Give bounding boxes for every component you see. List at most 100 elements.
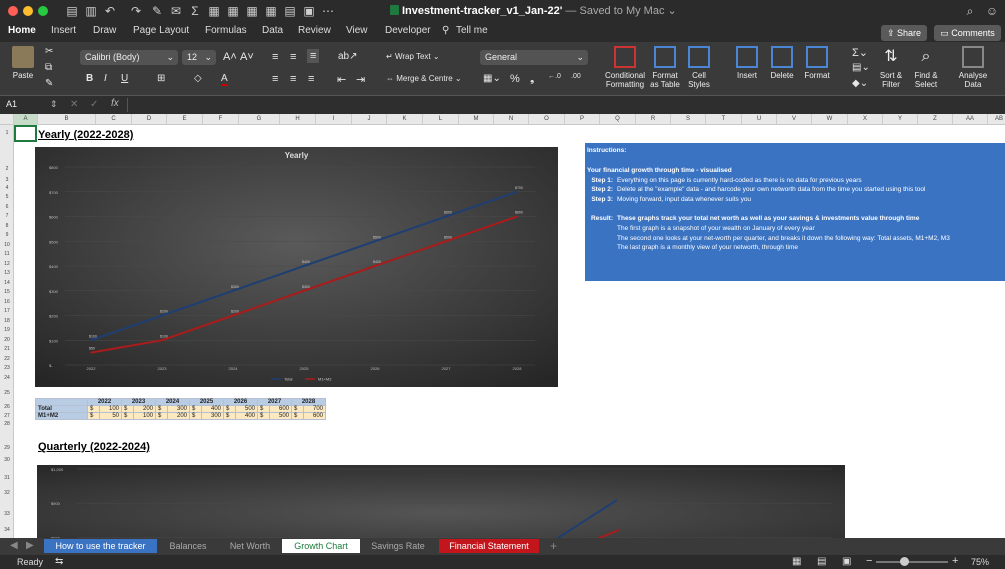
value-cell[interactable]: 500 [235,405,258,413]
data-point[interactable] [303,289,305,292]
cancel-icon[interactable]: ✕ [70,99,78,110]
value-cell[interactable]: 600 [303,412,326,420]
decrease-font-icon[interactable]: A˅ [240,51,254,63]
confirm-icon[interactable]: ✓ [90,99,98,110]
row-header-3[interactable]: 3 [0,177,14,183]
value-cell[interactable]: 600 [269,405,292,413]
format-cells-button[interactable]: Format [801,46,833,80]
grid-icon[interactable]: ▦ [245,4,259,18]
column-header-g[interactable]: G [239,114,280,125]
increase-decimal-icon[interactable]: ←.0 [548,73,561,80]
column-header-a[interactable]: A [14,114,38,125]
decrease-decimal-icon[interactable]: .00 [571,73,581,80]
table-year-header[interactable]: 2026 [223,398,258,406]
row-header-28[interactable]: 28 [0,421,14,427]
zoom-slider-thumb[interactable] [900,557,909,566]
cell-styles-button[interactable]: Cell Styles [685,46,713,89]
formula-input[interactable] [127,98,999,112]
currency-cell[interactable]: $ [222,412,237,420]
increase-indent-icon[interactable]: ⇥ [356,73,365,86]
row-header-5[interactable]: 5 [0,194,14,200]
data-point[interactable] [90,339,92,342]
data-point[interactable] [90,351,92,354]
format-painter-icon[interactable]: ✎ [45,78,53,89]
data-point[interactable] [445,240,447,243]
row-header-2[interactable]: 2 [0,166,14,172]
row-header-30[interactable]: 30 [0,457,14,463]
sort-filter-button[interactable]: ⇅ Sort & Filter [877,46,905,89]
column-header-m[interactable]: M [459,114,494,125]
row-header-32[interactable]: 32 [0,490,14,496]
zoom-slider[interactable] [876,557,948,566]
search-icon[interactable]: ⌕ [963,4,977,18]
column-header-r[interactable]: R [636,114,671,125]
add-sheet-icon[interactable]: + [550,539,557,553]
row-header-26[interactable]: 26 [0,404,14,410]
comma-style-icon[interactable]: ❟ [530,73,534,86]
zoom-window-button[interactable] [38,6,48,16]
currency-cell[interactable]: $ [86,412,101,420]
tab-home[interactable]: Home [8,25,36,36]
align-left-icon[interactable]: ≡ [272,73,278,85]
row-header-11[interactable]: 11 [0,251,14,257]
zoom-in-icon[interactable]: + [952,555,958,567]
format-painter-icon[interactable]: ✎ [150,4,164,18]
table-year-header[interactable]: 2024 [155,398,190,406]
quarterly-chart[interactable]: $800$900$1,000 [37,465,845,538]
currency-cell[interactable]: $ [256,412,271,420]
bold-button[interactable]: B [86,73,93,84]
row-header-18[interactable]: 18 [0,318,14,324]
row-header-8[interactable]: 8 [0,223,14,229]
value-cell[interactable]: 300 [201,412,224,420]
table-year-header[interactable]: 2022 [87,398,122,406]
name-box-stepper-icon[interactable]: ⇕ [50,99,58,110]
column-header-i[interactable]: I [316,114,352,125]
format-as-table-button[interactable]: Format as Table [648,46,682,89]
conditional-formatting-button[interactable]: Conditional Formatting [603,46,647,89]
column-header-k[interactable]: K [387,114,423,125]
column-header-q[interactable]: Q [600,114,636,125]
zoom-out-icon[interactable]: − [866,555,872,567]
table-icon[interactable]: ▦ [226,4,240,18]
currency-cell[interactable]: $ [188,405,203,413]
accessibility-icon[interactable]: ⇆ [55,556,63,567]
row-header-9[interactable]: 9 [0,232,14,238]
italic-button[interactable]: I [104,73,107,84]
redo-icon[interactable]: ↷ [129,4,143,18]
currency-cell[interactable]: $ [86,405,101,413]
copy-icon[interactable]: ⧉ [45,62,52,73]
clear-icon[interactable]: ◆⌄ [852,78,868,89]
worksheet-grid[interactable]: Yearly (2022-2028) Yearly $- $100 $200 $300 $… [14,125,1005,538]
row-header-17[interactable]: 17 [0,308,14,314]
value-cell[interactable]: 400 [201,405,224,413]
column-header-j[interactable]: J [352,114,387,125]
sheet-tab[interactable]: Growth Chart [282,539,360,553]
document-icon[interactable]: ▦ [207,4,221,18]
share-button[interactable]: ⇪ Share [881,25,927,41]
select-all-button[interactable] [0,114,14,125]
currency-cell[interactable]: $ [256,405,271,413]
currency-cell[interactable]: $ [290,405,305,413]
row-header-1[interactable]: 1 [0,130,14,136]
column-header-b[interactable]: B [38,114,96,125]
font-color-icon[interactable]: A [221,73,228,86]
currency-cell[interactable]: $ [120,405,135,413]
currency-cell[interactable]: $ [154,405,169,413]
page-icon[interactable]: ▤ [283,4,297,18]
currency-cell[interactable]: $ [188,412,203,420]
column-header-o[interactable]: O [529,114,565,125]
align-right-icon[interactable]: ≡ [308,73,314,85]
value-cell[interactable]: 700 [303,405,326,413]
row-header-13[interactable]: 13 [0,270,14,276]
decrease-indent-icon[interactable]: ⇤ [337,73,346,86]
data-point[interactable] [516,215,518,218]
fill-icon[interactable]: ▤⌄ [852,62,870,73]
currency-cell[interactable]: $ [154,412,169,420]
row-header-22[interactable]: 22 [0,356,14,362]
row-header-19[interactable]: 19 [0,327,14,333]
minimize-window-button[interactable] [23,6,33,16]
insert-cells-button[interactable]: Insert [731,46,763,80]
data-point[interactable] [232,289,234,292]
row-header-6[interactable]: 6 [0,204,14,210]
close-window-button[interactable] [8,6,18,16]
